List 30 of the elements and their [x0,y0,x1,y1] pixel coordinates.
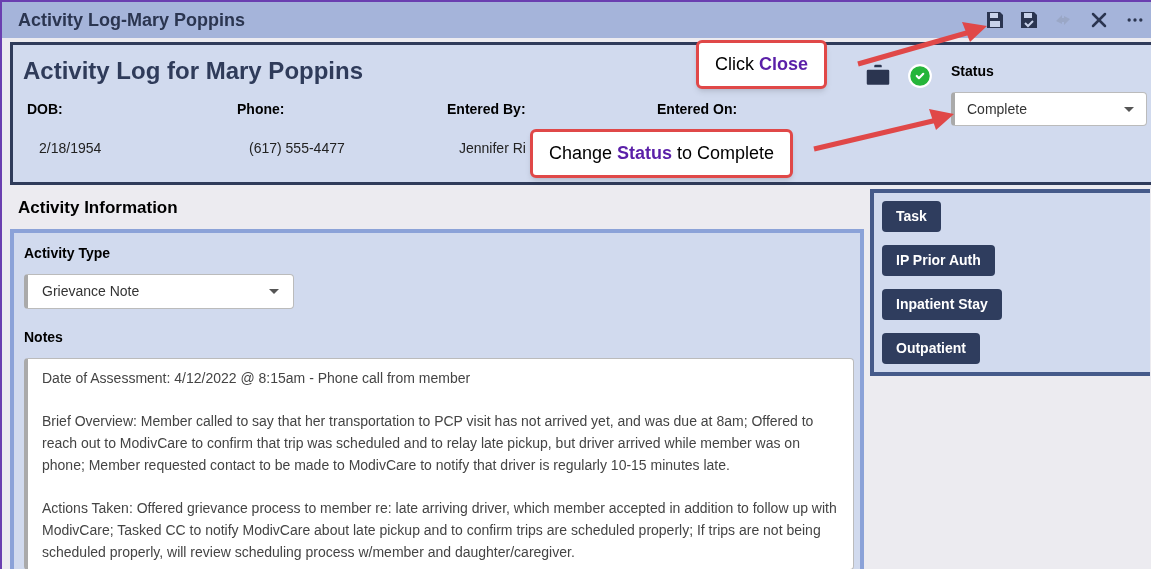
field-value: (617) 555-4477 [248,139,345,158]
status-label: Status [951,62,995,81]
field-value: 2/18/1954 [38,139,102,158]
caret-icon [269,288,279,294]
action-button[interactable]: Outpatient [882,333,980,364]
caret-icon [1124,106,1134,112]
notes-paragraph: Actions Taken: Offered grievance process to member re: late arriving driver, which member accepted in addition to follow up with ModivCare; Tasked CC to notify ModivCare about late pickup and to confirm trips are scheduled properly; If trips are not being scheduled properly, will review scheduling process w/member and daughter/caregiver. [42,498,838,562]
notes-label: Notes [24,327,64,347]
window-title: Activity Log-Mary Poppins [18,8,246,32]
notes-paragraph: Date of Assessment: 4/12/2022 @ 8:15am - Phone call from member [42,368,472,388]
page-title: Activity Log for Mary Poppins [23,56,364,86]
save-icon[interactable] [985,10,1005,30]
callout: Click Close [696,40,828,89]
field-label: Entered On: [656,100,738,119]
save-check-icon[interactable] [1019,10,1039,30]
activity-type-dropdown[interactable]: Grievance Note [24,273,294,309]
field-label: Entered By: [446,100,526,119]
action-button[interactable]: IP Prior Auth [882,245,995,276]
field-label: Phone: [236,100,285,119]
field-value: Jennifer Ri [458,139,526,158]
notes-field[interactable] [24,357,854,569]
section-heading: Activity Information [17,197,179,219]
status-dropdown[interactable]: Complete [951,92,1147,126]
callout: Change Status to Complete [530,129,794,178]
check-icon [907,63,933,89]
notes-paragraph: Brief Overview: Member called to say that her transportation to PCP visit has not arrived yet, and was due at 8am; Offered to reach out to ModivCare to confirm that trip was scheduled and to relay late pickup, but driver arrived while member was on phone; Member requested contact to be made to ModivCare to notify that driver is regularly 10-15 minutes late. [42,411,815,475]
action-button[interactable]: Task [882,201,941,232]
activity-type-label: Activity Type [24,243,112,263]
action-button[interactable]: Inpatient Stay [882,289,1002,320]
field-label: DOB: [26,100,63,119]
